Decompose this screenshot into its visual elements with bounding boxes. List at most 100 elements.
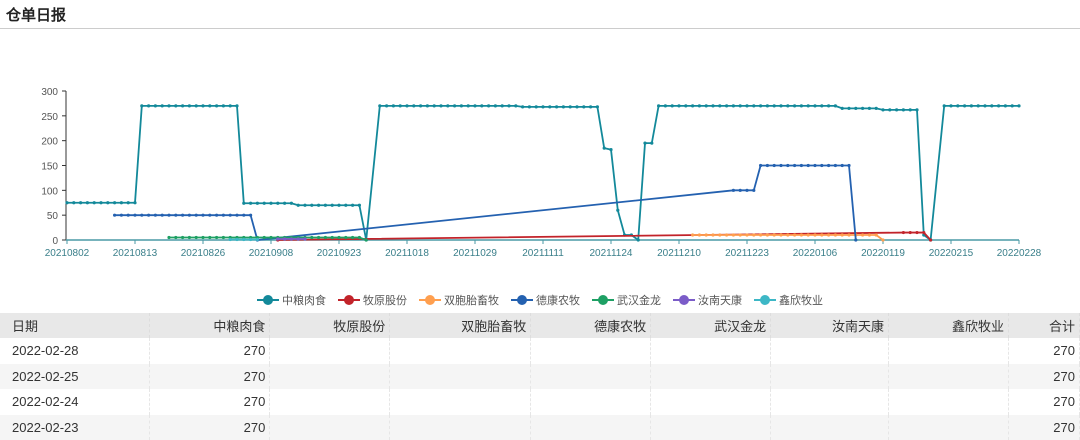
legend-item[interactable]: 武汉金龙 — [592, 292, 661, 308]
data-point — [174, 235, 178, 240]
data-point — [303, 203, 307, 207]
y-tick-label: 100 — [41, 186, 58, 197]
data-point — [317, 235, 321, 240]
data-point — [969, 104, 974, 108]
x-tick-label: 20210826 — [181, 248, 226, 259]
column-header[interactable]: 双胞胎畜牧 — [389, 313, 532, 338]
data-point — [833, 233, 838, 237]
data-point — [874, 106, 878, 110]
data-point — [711, 104, 715, 108]
table-cell — [269, 363, 391, 389]
legend-label: 牧原股份 — [363, 295, 407, 307]
data-point — [72, 201, 76, 205]
data-point — [269, 201, 273, 205]
data-point — [174, 213, 178, 217]
column-header[interactable]: 合计 — [1008, 313, 1080, 338]
y-tick-label: 300 — [41, 87, 58, 98]
y-tick-label: 150 — [41, 162, 58, 173]
column-header[interactable]: 鑫欣牧业 — [888, 313, 1009, 338]
data-point — [759, 163, 763, 168]
data-point — [215, 235, 219, 240]
table-cell: 270 — [1008, 389, 1080, 415]
data-point — [575, 105, 579, 109]
data-point — [187, 235, 191, 240]
data-point — [827, 233, 831, 237]
data-point — [221, 235, 225, 240]
data-point — [779, 104, 783, 108]
table-cell — [530, 363, 652, 389]
data-point — [745, 233, 749, 237]
legend-marker-icon — [673, 295, 695, 305]
legend-marker-icon — [419, 295, 441, 305]
table-cell: 270 — [149, 363, 271, 389]
data-point — [793, 163, 797, 168]
data-point — [378, 104, 382, 108]
column-header[interactable]: 日期 — [0, 313, 151, 338]
legend-item[interactable]: 牧原股份 — [338, 292, 407, 308]
data-point — [691, 233, 695, 237]
data-point — [364, 238, 368, 242]
data-point — [833, 163, 838, 168]
data-point — [609, 148, 613, 152]
data-point — [840, 233, 844, 237]
table-cell — [888, 363, 1009, 389]
data-point — [772, 233, 776, 237]
column-header[interactable]: 德康农牧 — [530, 313, 652, 338]
data-point — [813, 104, 817, 108]
x-tick-label: 20211018 — [385, 248, 429, 259]
x-tick-label: 20210802 — [45, 248, 90, 259]
x-tick-label: 20211124 — [589, 248, 632, 259]
data-point — [194, 213, 198, 217]
data-point — [215, 213, 219, 217]
data-point — [527, 105, 532, 109]
data-point — [85, 201, 89, 205]
legend-label: 鑫欣牧业 — [779, 295, 823, 307]
data-point — [500, 104, 504, 108]
legend-item[interactable]: 鑫欣牧业 — [754, 292, 823, 308]
y-tick-label: 50 — [47, 211, 59, 222]
data-point — [208, 104, 212, 108]
data-point — [799, 163, 804, 168]
data-point — [412, 104, 416, 108]
column-header[interactable]: 汝南天康 — [770, 313, 890, 338]
data-point — [439, 104, 443, 108]
data-point — [79, 201, 83, 205]
column-header[interactable]: 中粮肉食 — [149, 313, 271, 338]
table-cell — [269, 389, 391, 415]
data-point — [976, 104, 980, 108]
data-point — [827, 104, 831, 108]
data-point — [840, 106, 844, 110]
data-point — [881, 108, 885, 112]
data-point — [663, 104, 668, 108]
data-point — [820, 233, 824, 237]
data-point — [459, 104, 463, 108]
data-point — [534, 105, 538, 109]
data-point — [419, 104, 423, 108]
data-point — [276, 201, 280, 205]
data-point — [772, 163, 776, 168]
legend-item[interactable]: 中粮肉食 — [257, 292, 326, 308]
legend-item[interactable]: 德康农牧 — [511, 292, 580, 308]
column-header[interactable]: 牧原股份 — [269, 313, 391, 338]
legend-item[interactable]: 双胞胎畜牧 — [419, 292, 499, 308]
column-header[interactable]: 武汉金龙 — [650, 313, 772, 338]
data-point — [249, 237, 253, 242]
table-row: 2022-02-23 270 270 — [0, 414, 1080, 440]
data-point — [65, 201, 69, 205]
data-point — [861, 106, 865, 110]
data-point — [215, 104, 219, 108]
y-tick-label: 200 — [41, 137, 58, 148]
data-point — [697, 233, 702, 237]
data-point — [147, 104, 151, 108]
data-point — [643, 141, 647, 145]
data-point — [806, 104, 810, 108]
legend-item[interactable]: 汝南天康 — [673, 292, 742, 308]
data-point — [181, 104, 185, 108]
data-point — [929, 238, 933, 242]
data-point — [385, 104, 389, 108]
data-point — [425, 104, 429, 108]
data-point — [126, 213, 130, 217]
data-point — [833, 104, 838, 108]
data-point — [799, 233, 804, 237]
data-point — [201, 213, 205, 217]
